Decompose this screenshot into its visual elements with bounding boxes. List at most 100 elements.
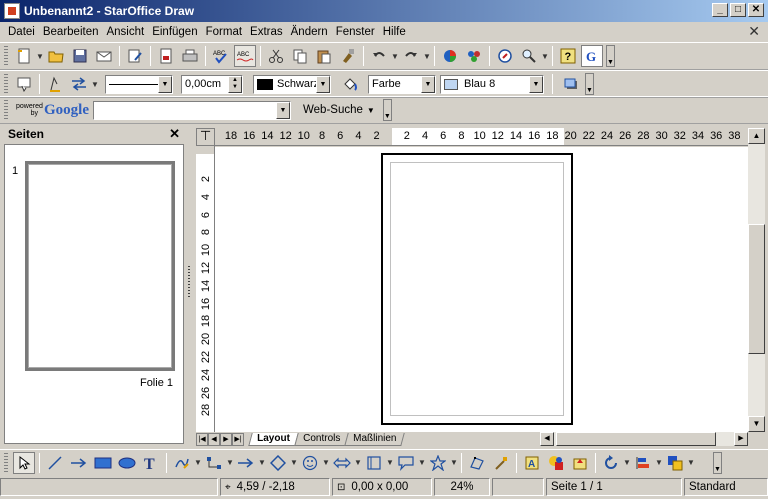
stars-dropdown-icon[interactable]: ▼ — [450, 458, 458, 467]
chevron-down-icon[interactable]: ▼ — [276, 101, 290, 119]
tab-controls[interactable]: Controls — [294, 432, 349, 446]
web-search-button[interactable]: Web-Suche — [303, 104, 363, 116]
symbol-shapes-icon[interactable] — [299, 452, 321, 474]
menu-einfuegen[interactable]: Einfügen — [148, 26, 201, 38]
panel-splitter[interactable] — [186, 124, 194, 446]
stars-icon[interactable] — [427, 452, 449, 474]
edit-file-icon[interactable] — [124, 45, 146, 67]
arrange-icon[interactable] — [664, 452, 686, 474]
new-document-dropdown-icon[interactable]: ▼ — [36, 52, 44, 61]
google-search-input[interactable]: ▼ — [93, 100, 291, 120]
spellcheck-icon[interactable]: ABC — [210, 45, 232, 67]
chevron-down-icon[interactable]: ▼ — [158, 75, 172, 93]
ellipse-tool-icon[interactable] — [116, 452, 138, 474]
select-arrow-icon[interactable] — [13, 451, 35, 474]
basic-shapes-icon[interactable] — [267, 452, 289, 474]
slide-thumbnail[interactable] — [25, 161, 175, 371]
rotate-dropdown-icon[interactable]: ▼ — [623, 458, 631, 467]
tab-layout[interactable]: Layout — [248, 432, 299, 446]
toolbar-overflow-icon[interactable]: ▼ — [713, 451, 722, 474]
toolbar-overflow-icon[interactable]: ▼ — [382, 99, 392, 121]
fontwork-icon[interactable]: A — [521, 452, 543, 474]
flowchart-dropdown-icon[interactable]: ▼ — [386, 458, 394, 467]
chevron-down-icon[interactable]: ▼ — [529, 75, 543, 93]
vertical-scrollbar[interactable]: ▲ ▼ — [748, 128, 765, 432]
basic-shapes-dropdown-icon[interactable]: ▼ — [290, 458, 298, 467]
menu-ansicht[interactable]: Ansicht — [102, 26, 148, 38]
paste-icon[interactable] — [313, 45, 335, 67]
rectangle-tool-icon[interactable] — [92, 452, 114, 474]
arrow-style-icon[interactable] — [68, 73, 90, 95]
close-icon[interactable]: ✕ — [169, 126, 180, 142]
menu-datei[interactable]: Datei — [4, 26, 39, 38]
menu-bearbeiten[interactable]: Bearbeiten — [39, 26, 103, 38]
from-file-icon[interactable] — [545, 452, 567, 474]
format-paintbrush-icon[interactable] — [337, 45, 359, 67]
vertical-scroll-thumb[interactable] — [748, 224, 765, 354]
scroll-down-icon[interactable]: ▼ — [748, 416, 765, 432]
toolbar-grip[interactable] — [4, 100, 8, 120]
undo-icon[interactable] — [368, 45, 390, 67]
tab-first-icon[interactable]: |◀ — [196, 432, 208, 446]
drawing-canvas[interactable] — [215, 147, 748, 432]
points-edit-icon[interactable] — [466, 452, 488, 474]
line-arrow-tool-icon[interactable] — [68, 452, 90, 474]
line-style-select[interactable]: ▼ — [105, 74, 173, 94]
app-icon[interactable] — [4, 3, 20, 19]
scroll-up-icon[interactable]: ▲ — [748, 128, 765, 144]
callouts-icon[interactable] — [395, 452, 417, 474]
align-dropdown-icon[interactable]: ▼ — [655, 458, 663, 467]
copy-icon[interactable] — [289, 45, 311, 67]
status-zoom[interactable]: 24% — [434, 478, 490, 496]
close-button[interactable]: ✕ — [748, 3, 764, 17]
drawing-page[interactable] — [381, 153, 573, 425]
toolbar-overflow-icon[interactable]: ▼ — [585, 73, 594, 95]
line-width-stepper[interactable]: 0,00cm ▲ ▼ — [181, 74, 243, 94]
menu-extras[interactable]: Extras — [246, 26, 287, 38]
chart-icon[interactable] — [439, 45, 461, 67]
maximize-button[interactable]: □ — [730, 3, 746, 17]
curve-dropdown-icon[interactable]: ▼ — [194, 458, 202, 467]
toolbar-overflow-icon[interactable]: ▼ — [606, 45, 615, 67]
autospellcheck-icon[interactable]: ABC — [234, 45, 256, 67]
tab-last-icon[interactable]: ▶| — [232, 432, 244, 446]
callouts-dropdown-icon[interactable]: ▼ — [418, 458, 426, 467]
menu-fenster[interactable]: Fenster — [332, 26, 379, 38]
tab-prev-icon[interactable]: ◀ — [208, 432, 220, 446]
chevron-down-icon[interactable]: ▼ — [421, 75, 435, 93]
menu-format[interactable]: Format — [202, 26, 246, 38]
align-icon[interactable] — [632, 452, 654, 474]
save-icon[interactable] — [69, 45, 91, 67]
toolbar-grip[interactable] — [4, 452, 8, 473]
symbol-shapes-dropdown-icon[interactable]: ▼ — [322, 458, 330, 467]
redo-dropdown-icon[interactable]: ▼ — [423, 52, 431, 61]
export-pdf-icon[interactable] — [155, 45, 177, 67]
redo-icon[interactable] — [400, 45, 422, 67]
minimize-button[interactable]: _ — [712, 3, 728, 17]
scroll-right-icon[interactable]: ▶ — [734, 432, 748, 446]
web-search-dropdown-icon[interactable]: ▼ — [367, 106, 375, 115]
navigator-icon[interactable] — [494, 45, 516, 67]
horizontal-scroll-thumb[interactable] — [556, 432, 716, 446]
open-folder-icon[interactable] — [45, 45, 67, 67]
shadow-icon[interactable] — [560, 73, 582, 95]
gallery-icon[interactable] — [463, 45, 485, 67]
glue-points-icon[interactable] — [490, 452, 512, 474]
toolbar-grip[interactable] — [4, 74, 8, 94]
vertical-ruler[interactable]: 2 4 6 8 10 12 14 16 18 20 22 24 26 28 — [196, 146, 215, 432]
undo-dropdown-icon[interactable]: ▼ — [391, 52, 399, 61]
tab-masslinien[interactable]: Maßlinien — [344, 432, 406, 446]
toolbar-grip[interactable] — [4, 46, 8, 66]
rotate-icon[interactable] — [600, 452, 622, 474]
lines-arrows-dropdown-icon[interactable]: ▼ — [258, 458, 266, 467]
print-icon[interactable] — [179, 45, 201, 67]
gallery-extrusion-icon[interactable] — [569, 452, 591, 474]
help-icon[interactable]: ? — [557, 45, 579, 67]
area-fill-icon[interactable] — [339, 73, 361, 95]
lines-arrows-tool-icon[interactable] — [235, 452, 257, 474]
zoom-dropdown-icon[interactable]: ▼ — [541, 52, 549, 61]
tab-next-icon[interactable]: ▶ — [220, 432, 232, 446]
block-arrows-dropdown-icon[interactable]: ▼ — [354, 458, 362, 467]
document-close-icon[interactable]: ✕ — [748, 23, 760, 40]
zoom-icon[interactable] — [518, 45, 540, 67]
